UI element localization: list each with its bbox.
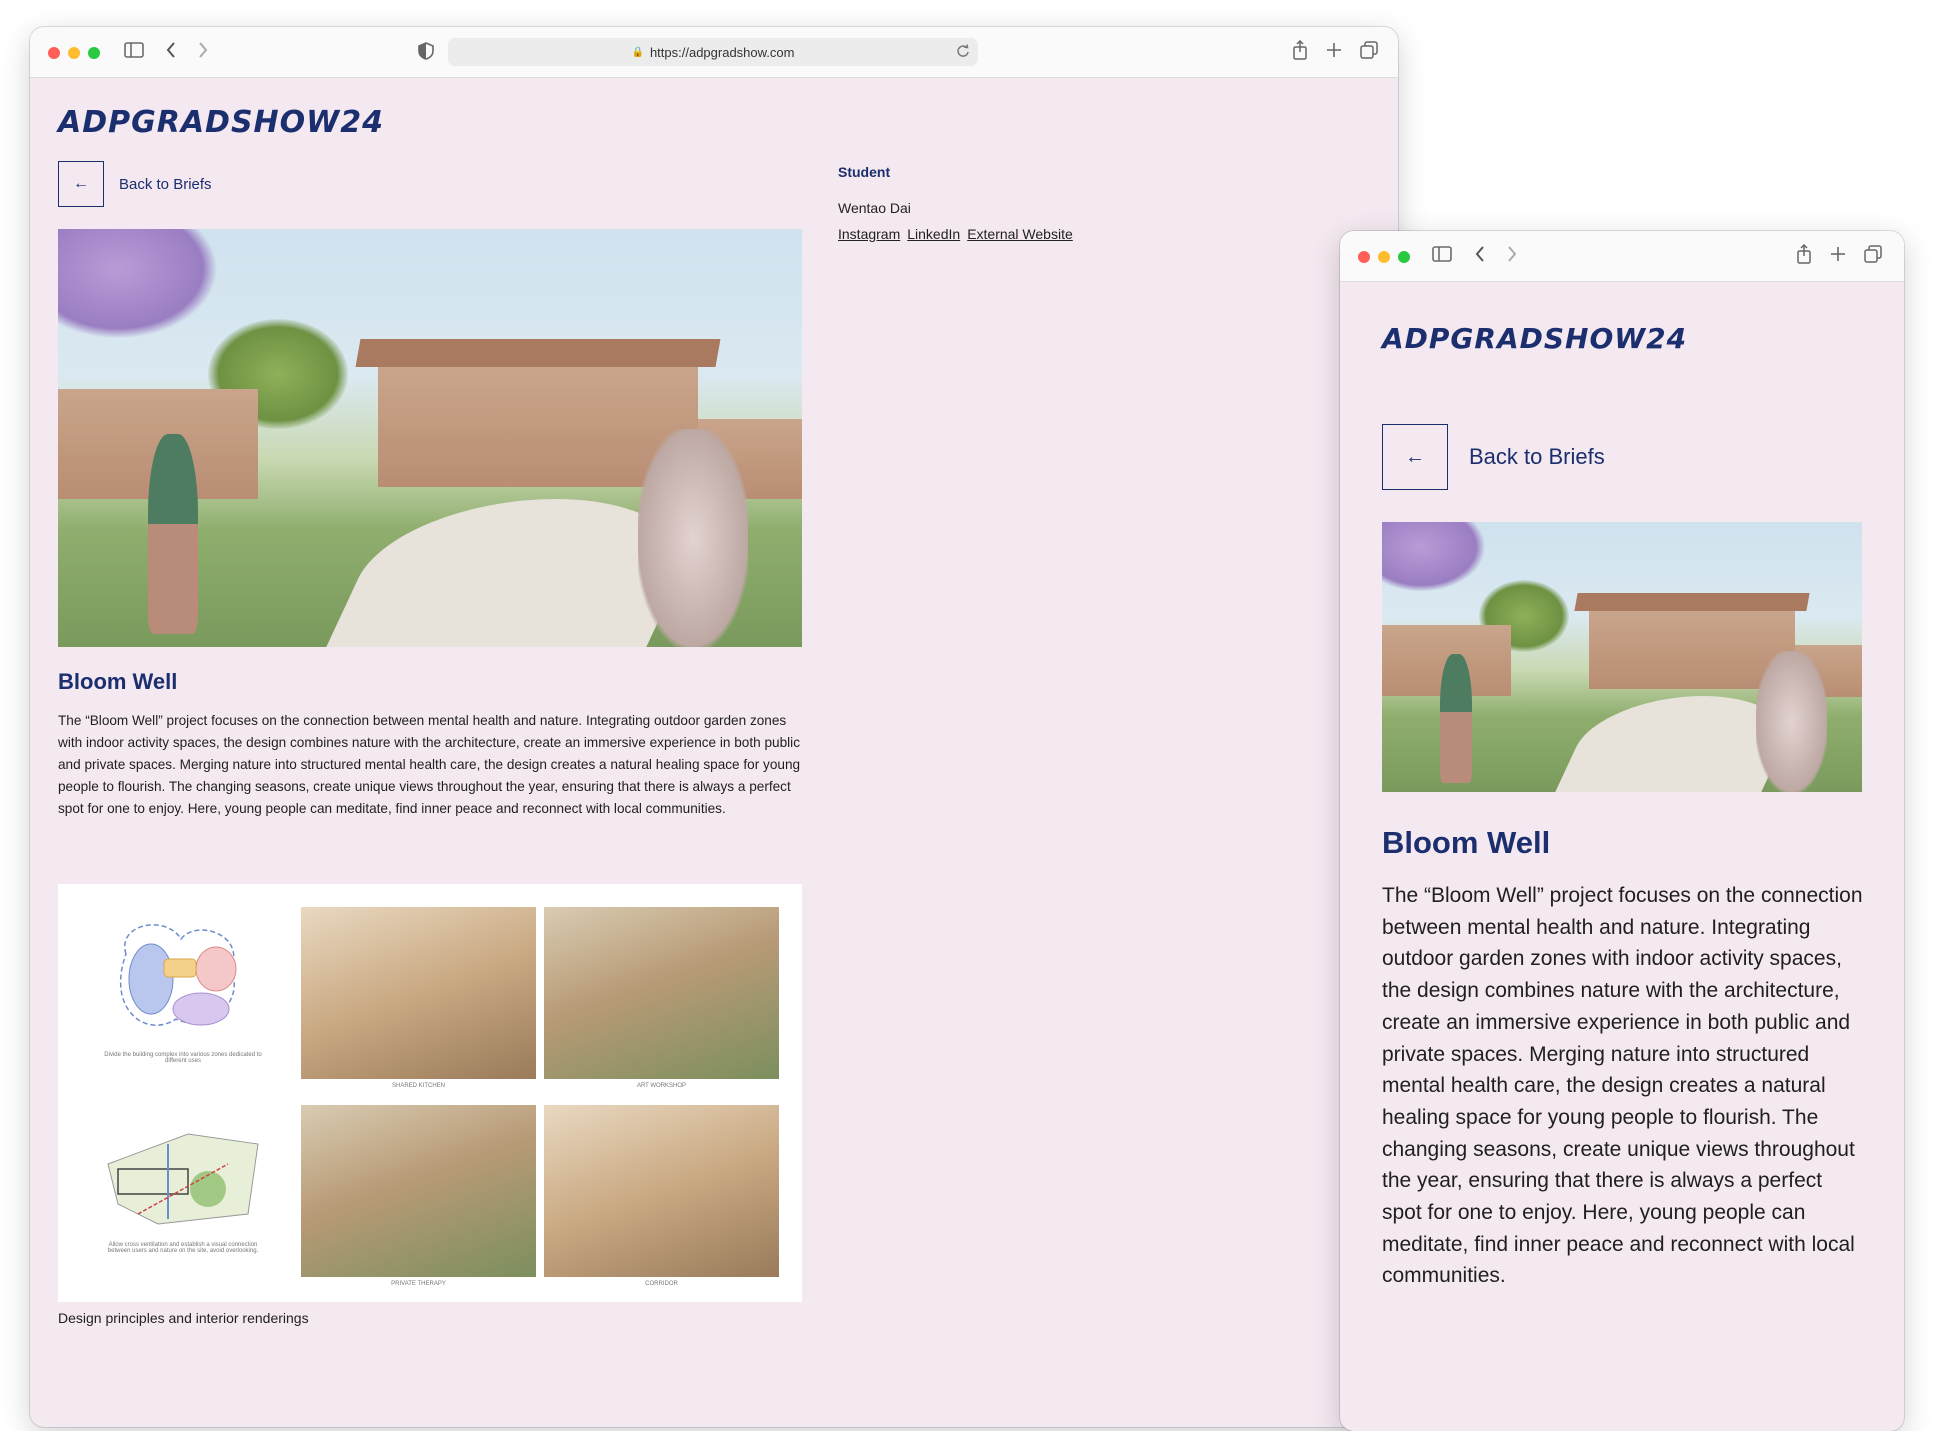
gallery-caption: Design principles and interior rendering… bbox=[58, 1310, 309, 1326]
design-principles-collage: Divide the building complex into various… bbox=[58, 884, 802, 1302]
roof bbox=[1574, 593, 1810, 611]
sidebar-toggle-icon[interactable] bbox=[124, 42, 144, 58]
mobile-browser-window: ADPGRADSHOW24 ← Back to Briefs Bloom Wel… bbox=[1340, 231, 1904, 1431]
student-name: Wentao Dai bbox=[838, 200, 911, 216]
roof bbox=[355, 339, 721, 367]
back-to-briefs-button[interactable]: ← bbox=[58, 161, 104, 207]
back-to-briefs-link[interactable]: Back to Briefs bbox=[119, 176, 212, 193]
page-content-mobile: ADPGRADSHOW24 ← Back to Briefs Bloom Wel… bbox=[1340, 282, 1904, 1431]
hero-rendering-image bbox=[1382, 522, 1862, 792]
new-tab-icon[interactable] bbox=[1326, 42, 1342, 58]
minimize-window-button[interactable] bbox=[68, 47, 80, 59]
project-description: The “Bloom Well” project focuses on the … bbox=[58, 713, 801, 816]
student-label: Student bbox=[838, 164, 891, 180]
student-links: Instagram LinkedIn External Website bbox=[838, 226, 1073, 242]
share-icon[interactable] bbox=[1796, 244, 1812, 264]
corridor-caption: CORRIDOR bbox=[645, 1281, 678, 1287]
url-text: https://adpgradshow.com bbox=[649, 44, 795, 60]
close-window-button[interactable] bbox=[1358, 251, 1370, 263]
instagram-link[interactable]: Instagram bbox=[838, 226, 900, 242]
minimize-window-button[interactable] bbox=[1378, 251, 1390, 263]
reload-icon[interactable] bbox=[956, 44, 970, 61]
hero-rendering-image bbox=[58, 229, 802, 647]
forward-nav-icon[interactable] bbox=[197, 41, 209, 59]
back-nav-icon[interactable] bbox=[165, 41, 177, 59]
blurred-person-figure bbox=[1756, 651, 1827, 792]
art-workshop-caption: ART WORKSHOP bbox=[636, 1083, 687, 1089]
jacaranda-tree bbox=[58, 229, 218, 339]
page-content: ADPGRADSHOW24 ← Back to Briefs Bloom Wel… bbox=[30, 78, 1398, 1427]
window-controls bbox=[48, 47, 100, 59]
back-to-briefs-link[interactable]: Back to Briefs bbox=[1469, 444, 1605, 470]
private-therapy-render bbox=[301, 1105, 536, 1277]
tab-overview-icon[interactable] bbox=[1360, 41, 1378, 59]
back-to-briefs-button[interactable]: ← bbox=[1382, 424, 1448, 490]
blurred-person-figure bbox=[638, 429, 748, 647]
desktop-browser-window: 🔒 https://adpgradshow.com ADPGRADSHOW24 … bbox=[30, 27, 1398, 1427]
person-figure bbox=[1440, 654, 1472, 783]
zoning-diagram bbox=[120, 924, 237, 1026]
share-icon[interactable] bbox=[1292, 40, 1308, 60]
forward-nav-icon[interactable] bbox=[1506, 245, 1518, 263]
sidebar-toggle-icon[interactable] bbox=[1432, 246, 1452, 262]
site-logo[interactable]: ADPGRADSHOW24 bbox=[58, 105, 384, 140]
corridor-render bbox=[544, 1105, 779, 1277]
ventilation-diagram bbox=[107, 1133, 259, 1225]
ventilation-caption: Allow cross ventilation and establish a … bbox=[107, 1242, 259, 1254]
tab-overview-icon[interactable] bbox=[1864, 245, 1882, 263]
arrow-left-icon: ← bbox=[1405, 445, 1425, 468]
new-tab-icon[interactable] bbox=[1830, 246, 1846, 262]
address-bar[interactable]: 🔒 https://adpgradshow.com bbox=[448, 38, 978, 66]
zoom-window-button[interactable] bbox=[1398, 251, 1410, 263]
linkedin-link[interactable]: LinkedIn bbox=[907, 226, 960, 242]
jacaranda-tree bbox=[1382, 522, 1486, 592]
project-description: The “Bloom Well” project focuses on the … bbox=[1382, 884, 1863, 1288]
art-workshop-render bbox=[544, 907, 779, 1079]
external-website-link[interactable]: External Website bbox=[967, 226, 1073, 242]
close-window-button[interactable] bbox=[48, 47, 60, 59]
shared-kitchen-render bbox=[301, 907, 536, 1079]
arrow-left-icon: ← bbox=[73, 175, 89, 192]
browser-toolbar: 🔒 https://adpgradshow.com bbox=[30, 27, 1398, 78]
window-controls-mobile bbox=[1358, 251, 1410, 263]
project-title: Bloom Well bbox=[1382, 825, 1551, 860]
browser-toolbar-mobile bbox=[1340, 231, 1904, 282]
zoom-window-button[interactable] bbox=[88, 47, 100, 59]
back-nav-icon[interactable] bbox=[1474, 245, 1486, 263]
shared-kitchen-caption: SHARED KITCHEN bbox=[391, 1083, 445, 1089]
privacy-shield-icon[interactable] bbox=[418, 42, 434, 60]
zoning-caption: Divide the building complex into various… bbox=[104, 1052, 262, 1064]
project-title: Bloom Well bbox=[58, 669, 178, 694]
private-therapy-caption: PRIVATE THERAPY bbox=[391, 1281, 446, 1287]
site-logo[interactable]: ADPGRADSHOW24 bbox=[1382, 322, 1687, 355]
person-figure bbox=[148, 434, 198, 634]
lock-icon: 🔒 bbox=[631, 46, 644, 58]
